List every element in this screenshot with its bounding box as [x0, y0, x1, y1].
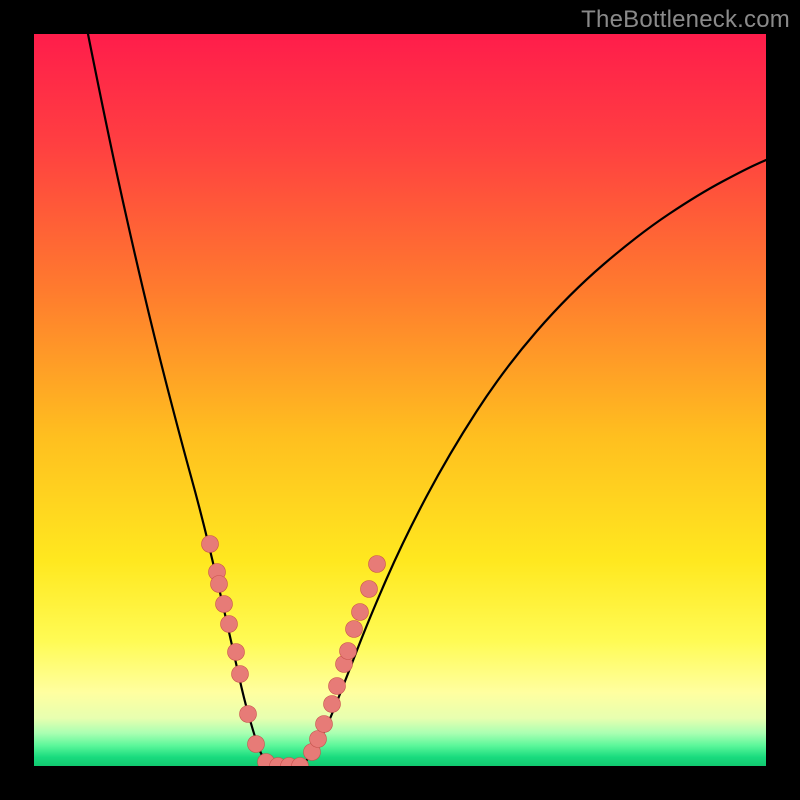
data-dot — [211, 576, 228, 593]
chart-frame: TheBottleneck.com — [0, 0, 800, 800]
data-dot — [228, 644, 245, 661]
watermark-text: TheBottleneck.com — [581, 6, 790, 34]
data-dot — [240, 706, 257, 723]
plot-area — [34, 34, 766, 766]
dots-right — [292, 556, 386, 767]
curve-left — [88, 34, 272, 766]
data-dot — [248, 736, 265, 753]
data-dot — [340, 643, 357, 660]
data-dot — [202, 536, 219, 553]
data-dot — [316, 716, 333, 733]
curve-right — [302, 160, 766, 766]
dots-left — [202, 536, 298, 767]
data-dot — [216, 596, 233, 613]
data-dot — [329, 678, 346, 695]
data-dot — [232, 666, 249, 683]
data-dot — [369, 556, 386, 573]
data-dot — [310, 731, 327, 748]
curve-layer — [34, 34, 766, 766]
data-dot — [346, 621, 363, 638]
data-dot — [324, 696, 341, 713]
data-dot — [221, 616, 238, 633]
data-dot — [361, 581, 378, 598]
data-dot — [352, 604, 369, 621]
data-dot — [292, 758, 309, 767]
